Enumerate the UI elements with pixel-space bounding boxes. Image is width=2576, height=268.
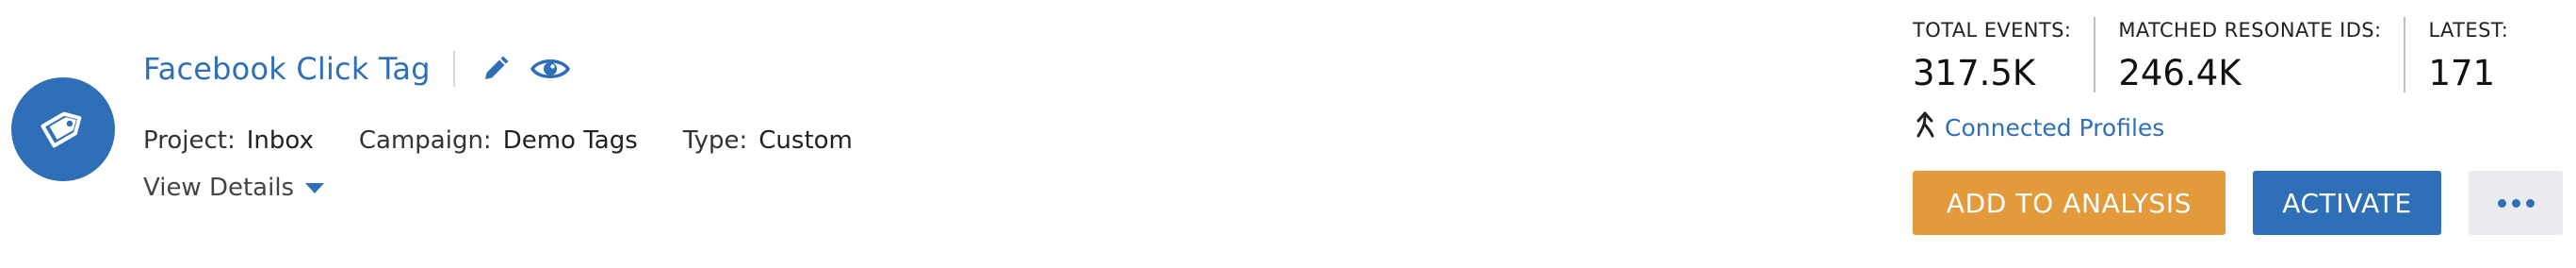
view-details-toggle[interactable]: View Details (143, 174, 325, 202)
connected-profiles-link[interactable]: Connected Profiles (1915, 111, 2164, 143)
caret-down-icon (305, 182, 325, 193)
activate-button[interactable]: ACTIVATE (2253, 171, 2441, 235)
stats-panel: TOTAL EVENTS: 317.5K MATCHED RESONATE ID… (1913, 17, 2509, 93)
latest-label: LATEST: (2428, 19, 2509, 42)
matched-ids-label: MATCHED RESONATE IDS: (2118, 19, 2382, 42)
stat-matched-ids: MATCHED RESONATE IDS: 246.4K (2118, 17, 2406, 93)
eye-icon[interactable] (530, 55, 570, 83)
stat-latest: LATEST: 171 (2428, 17, 2509, 93)
type-value: Custom (758, 126, 853, 155)
title-row: Facebook Click Tag (143, 45, 570, 92)
project-label: Project: (143, 126, 236, 155)
tag-header: Facebook Click Tag Project: Inbox Campai… (0, 0, 2576, 268)
merge-arrow-icon (1915, 111, 1945, 143)
matched-ids-value: 246.4K (2118, 53, 2242, 93)
tag-icon (33, 97, 93, 161)
type-label: Type: (682, 126, 748, 155)
total-events-label: TOTAL EVENTS: (1913, 19, 2072, 42)
project-value: Inbox (246, 126, 314, 155)
tag-avatar (11, 77, 115, 181)
title-divider (452, 51, 455, 87)
latest-value: 171 (2428, 53, 2496, 93)
connected-profiles-label: Connected Profiles (1945, 113, 2165, 142)
more-horizontal-icon (2497, 198, 2535, 208)
tag-title[interactable]: Facebook Click Tag (143, 51, 431, 87)
tag-meta: Project: Inbox Campaign: Demo Tags Type:… (143, 126, 898, 155)
add-to-analysis-button[interactable]: ADD TO ANALYSIS (1913, 171, 2225, 235)
campaign-value: Demo Tags (502, 126, 638, 155)
more-options-button[interactable] (2469, 171, 2563, 235)
pencil-icon[interactable] (481, 55, 510, 83)
campaign-label: Campaign: (358, 126, 492, 155)
stat-total-events: TOTAL EVENTS: 317.5K (1913, 17, 2096, 93)
view-details-label: View Details (143, 174, 295, 202)
total-events-value: 317.5K (1913, 53, 2036, 93)
